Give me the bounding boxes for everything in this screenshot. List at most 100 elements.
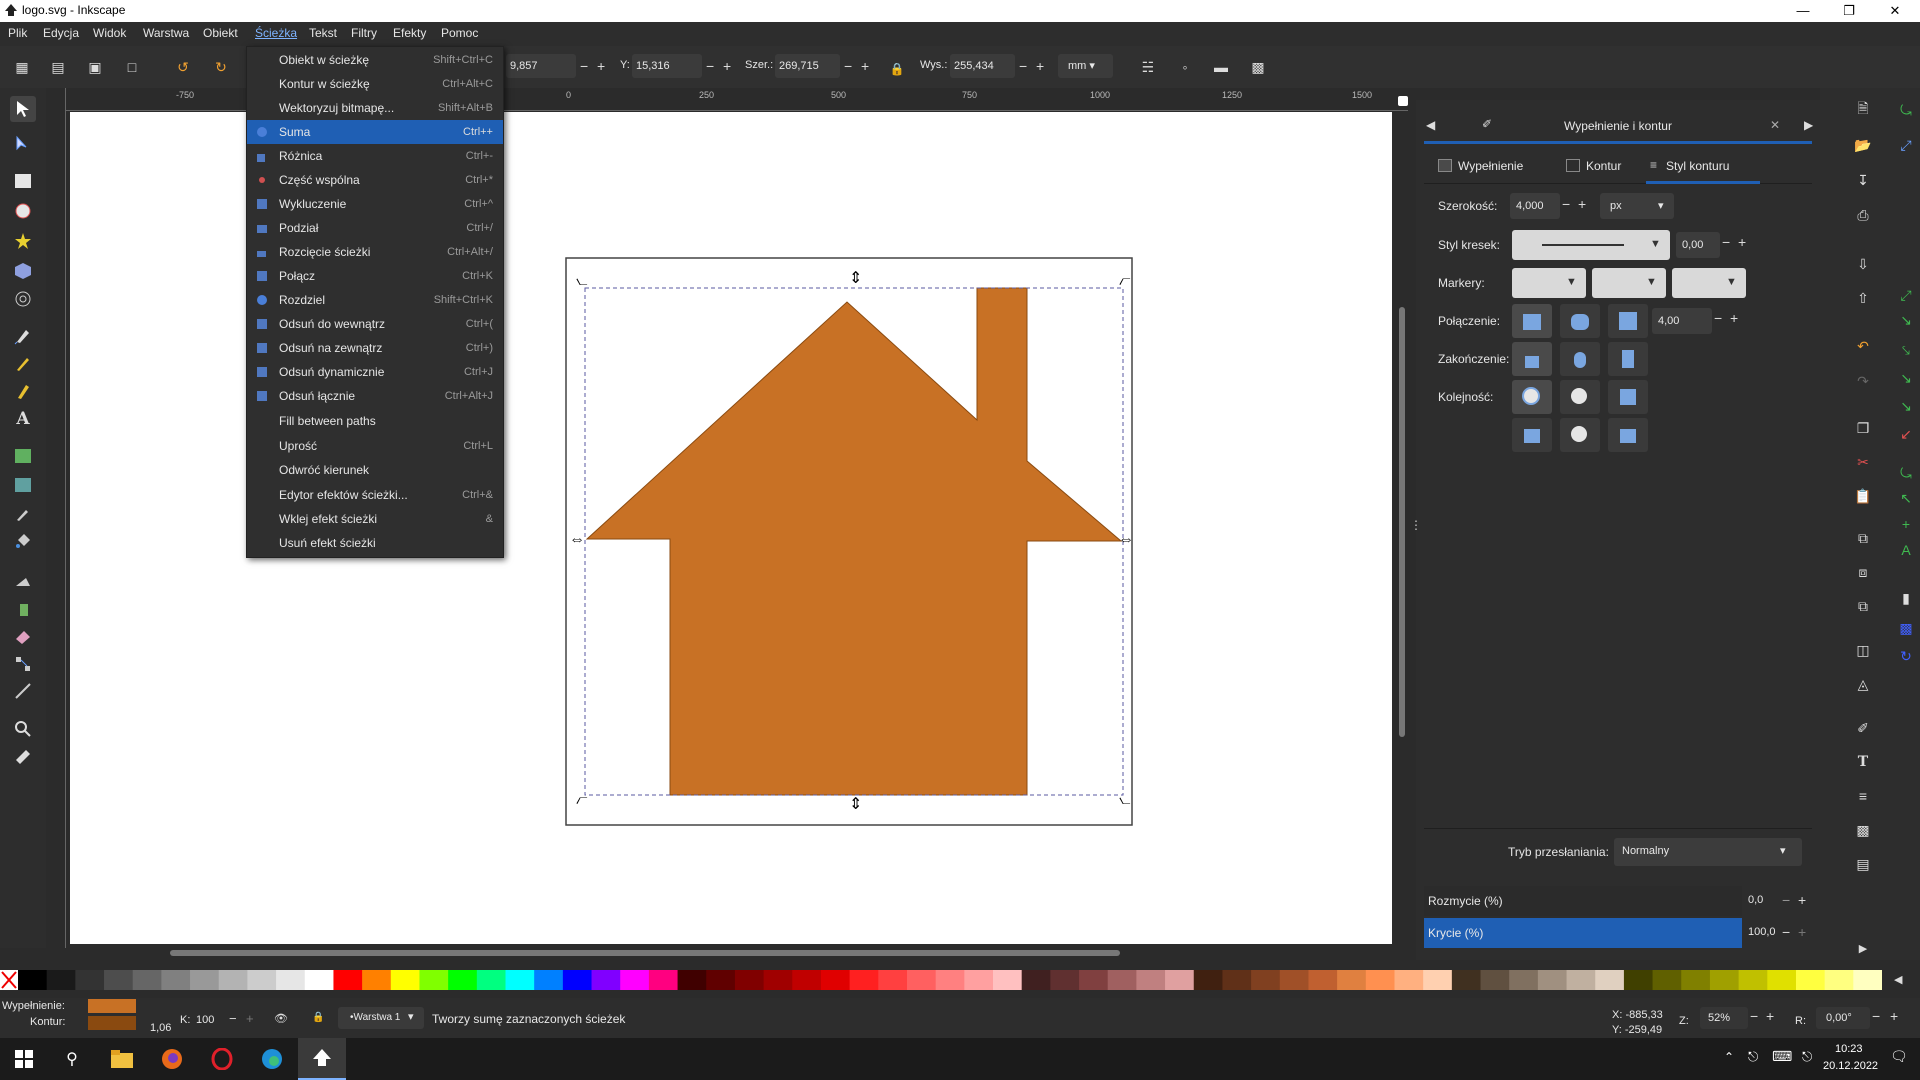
calligraphy-tool-icon[interactable] (10, 378, 36, 404)
join-miter-button[interactable] (1608, 304, 1648, 338)
height-input[interactable]: 255,434 (950, 54, 1015, 78)
rotation-input[interactable]: 0,00° (1816, 1007, 1870, 1029)
paint-bucket-tool-icon[interactable] (10, 528, 36, 554)
snap-page-icon[interactable]: ▮ (1896, 588, 1916, 608)
cap-butt-button[interactable] (1512, 342, 1552, 376)
snap-paths-icon[interactable]: ↘ (1896, 310, 1916, 330)
tab-fill[interactable]: Wypełnienie (1432, 148, 1542, 182)
redo-icon[interactable]: ↷ (1853, 371, 1873, 391)
ungroup-icon[interactable]: ◬ (1853, 674, 1873, 694)
menu-exclusion[interactable]: Wykluczenie Ctrl+^ (247, 192, 503, 216)
palette-swatch[interactable] (677, 970, 707, 990)
minimize-button[interactable]: — (1780, 0, 1826, 22)
palette-swatch[interactable] (1824, 970, 1854, 990)
menu-fill-between-paths[interactable]: Fill between paths (247, 409, 503, 433)
menu-trace-bitmap[interactable]: Wektoryzuj bitmapę... Shift+Alt+B (247, 96, 503, 120)
palette-swatch[interactable] (734, 970, 765, 990)
text-tool-icon[interactable]: A (10, 406, 36, 432)
close-window-button[interactable]: ✕ (1872, 0, 1918, 22)
height-increment-button[interactable]: + (1036, 54, 1044, 78)
snap-grid-icon[interactable]: ▩ (1896, 618, 1916, 638)
palette-swatch[interactable] (935, 970, 965, 990)
select-all-layers-icon[interactable]: ▤ (47, 56, 69, 78)
dash-offset-input[interactable]: 0,00 (1676, 232, 1720, 258)
palette-swatch[interactable] (906, 970, 937, 990)
palette-swatch[interactable] (1222, 970, 1252, 990)
palette-swatch[interactable] (1595, 970, 1625, 990)
unlink-clone-icon[interactable]: ⧉ (1853, 596, 1873, 616)
palette-swatch[interactable] (419, 970, 449, 990)
inkscape-taskbar-icon[interactable] (298, 1038, 346, 1080)
menu-combine[interactable]: Połącz Ctrl+K (247, 264, 503, 288)
menu-stroke-to-path[interactable]: Kontur w ścieżkę Ctrl+Alt+C (247, 72, 503, 96)
menu-union[interactable]: Suma Ctrl++ (247, 120, 503, 144)
gradient-tool-icon[interactable] (10, 443, 36, 469)
palette-swatch[interactable] (1652, 970, 1682, 990)
menu-filters[interactable]: Filtry (351, 26, 377, 40)
print-icon[interactable]: ⎙ (1853, 205, 1873, 225)
palette-swatch[interactable] (1308, 970, 1338, 990)
order-fill-stroke-markers-button[interactable] (1512, 380, 1552, 414)
palette-swatch[interactable] (1623, 970, 1654, 990)
palette-swatches[interactable] (18, 970, 1882, 990)
blur-slider[interactable]: Rozmycie (%) (1424, 886, 1742, 916)
vertical-scroll-thumb[interactable] (1399, 307, 1405, 737)
rotation-increment[interactable]: + (1890, 1008, 1898, 1024)
end-marker-select[interactable]: ▼ (1672, 268, 1746, 298)
dropper-tool-icon[interactable] (10, 500, 36, 526)
stroke-width-input[interactable]: 4,000 (1510, 193, 1560, 219)
blur-increment[interactable]: + (1798, 892, 1806, 908)
height-decrement-button[interactable]: − (1019, 54, 1027, 78)
horizontal-scroll-thumb[interactable] (170, 950, 1120, 956)
restore-button[interactable]: ❐ (1826, 0, 1872, 22)
tray-keyboard-icon[interactable]: ⌨ (1772, 1048, 1792, 1065)
menu-layer[interactable]: Warstwa (143, 26, 189, 40)
xml-editor-icon[interactable]: ▩ (1853, 820, 1873, 840)
measure-tool-icon[interactable] (10, 744, 36, 770)
zoom-out-button[interactable]: − (1750, 1008, 1758, 1024)
node-tool-icon[interactable] (10, 131, 36, 157)
rotate-cw-icon[interactable]: ↻ (210, 56, 232, 78)
rotate-ccw-icon[interactable]: ↺ (172, 56, 194, 78)
resize-handle-se[interactable]: ⦦ (1119, 791, 1131, 807)
taskbar-search-icon[interactable]: ⚲ (48, 1038, 96, 1080)
palette-swatch[interactable] (1193, 970, 1223, 990)
menu-reverse[interactable]: Odwróć kierunek (247, 458, 503, 482)
menu-break-apart[interactable]: Rozdziel Shift+Ctrl+K (247, 288, 503, 312)
3d-box-tool-icon[interactable] (10, 258, 36, 284)
tab-stroke-style[interactable]: ≡ Styl konturu (1646, 148, 1760, 184)
palette-swatch[interactable] (75, 970, 105, 990)
selection-box-icon[interactable]: □ (121, 56, 143, 78)
tray-network-icon[interactable]: ⎋ (1802, 1049, 1812, 1065)
mesh-tool-icon[interactable] (10, 472, 36, 498)
taskbar-date[interactable]: 20.12.2022 (1823, 1060, 1878, 1072)
menu-path[interactable]: Ścieżka (255, 26, 297, 40)
menu-simplify[interactable]: Uprość Ctrl+L (247, 434, 503, 458)
snap-text-anchor-icon[interactable]: A (1896, 540, 1916, 560)
palette-swatch[interactable] (1365, 970, 1395, 990)
duplicate-icon[interactable]: ⧉ (1853, 528, 1873, 548)
width-decrement-button[interactable]: − (844, 54, 852, 78)
snap-guides-icon[interactable]: ↻ (1896, 646, 1916, 666)
palette-swatch[interactable] (362, 970, 392, 990)
star-tool-icon[interactable] (10, 228, 36, 254)
palette-swatch[interactable] (1050, 970, 1080, 990)
copy-icon[interactable]: ❐ (1853, 418, 1873, 438)
palette-swatch[interactable] (1337, 970, 1367, 990)
edge-icon[interactable] (248, 1038, 296, 1080)
zoom-input[interactable]: 52% (1700, 1007, 1748, 1029)
palette-swatch[interactable] (878, 970, 908, 990)
resize-handle-nw[interactable]: ⦦ (576, 272, 588, 288)
menu-extensions[interactable]: Efekty (393, 26, 426, 40)
opacity-increment[interactable]: + (246, 1011, 254, 1026)
fill-indicator-swatch[interactable] (88, 999, 136, 1013)
order-stroke-markers-fill-button[interactable] (1560, 418, 1600, 452)
menu-outset[interactable]: Odsuń na zewnątrz Ctrl+) (247, 336, 503, 360)
move-patterns-icon[interactable]: ▩ (1247, 56, 1269, 78)
group-icon[interactable]: ◫ (1853, 640, 1873, 660)
palette-swatch[interactable] (1767, 970, 1797, 990)
rectangle-tool-icon[interactable] (10, 168, 36, 194)
cap-round-button[interactable] (1560, 342, 1600, 376)
miter-limit-input[interactable]: 4,00 (1652, 308, 1712, 334)
ellipse-tool-icon[interactable] (10, 198, 36, 224)
